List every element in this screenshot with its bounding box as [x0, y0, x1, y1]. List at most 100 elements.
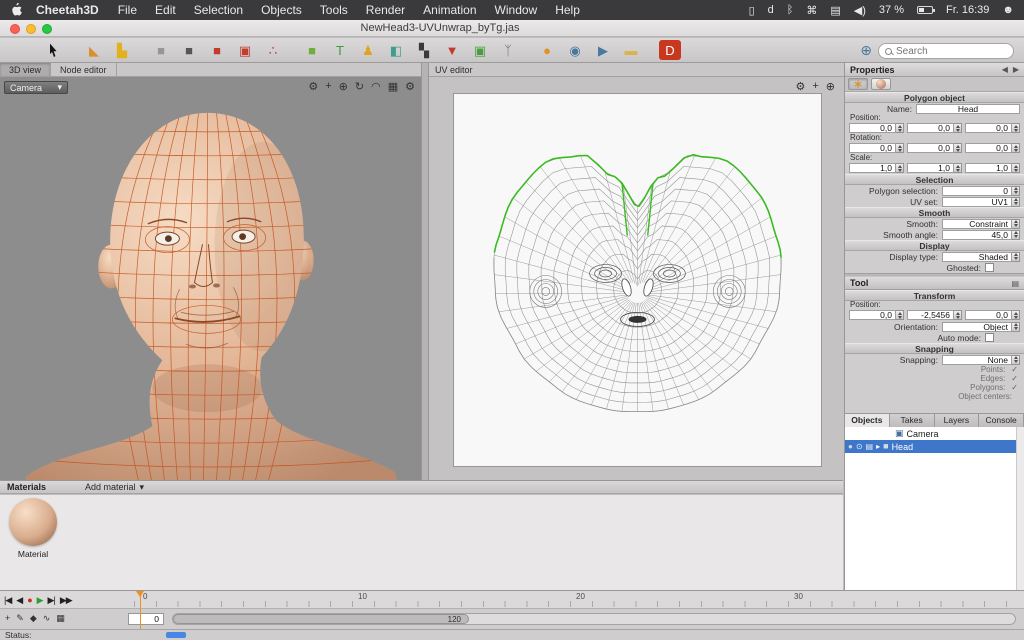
vertex-tool-icon[interactable]: ∴ — [262, 40, 284, 60]
zoom-button[interactable] — [42, 24, 52, 34]
step-back-button[interactable]: ◀ — [16, 596, 22, 605]
rotate-icon[interactable]: ↻ — [355, 80, 364, 93]
stepper[interactable] — [954, 123, 962, 133]
curve-icon[interactable]: ∿ — [43, 613, 51, 624]
app-menu[interactable]: Cheetah3D — [26, 3, 109, 17]
stepper[interactable] — [896, 310, 904, 320]
stepper[interactable] — [896, 163, 904, 173]
stepper[interactable] — [954, 163, 962, 173]
menubar-clock[interactable]: Fr. 16:39 — [946, 4, 989, 16]
figure-object-icon[interactable]: ᛉ — [497, 40, 519, 60]
apple-menu[interactable] — [10, 3, 22, 17]
gear-icon[interactable]: ⚙ — [795, 80, 805, 93]
view-tab[interactable]: 3D view — [0, 63, 51, 76]
ghosted-checkbox[interactable] — [985, 263, 994, 272]
cheetah-render-icon[interactable]: ● — [536, 40, 558, 60]
rotation-field[interactable]: 0,0 — [849, 143, 896, 153]
play-button[interactable]: ▶ — [37, 596, 43, 605]
move-icon[interactable]: + — [325, 80, 331, 93]
stepper[interactable] — [1012, 186, 1020, 196]
edges-checkbox[interactable]: ✓ — [1011, 374, 1018, 383]
ruler-tool-icon[interactable]: ◣ — [83, 40, 105, 60]
gray-cube-tool-icon[interactable]: ■ — [150, 40, 172, 60]
menu-item[interactable]: Window — [486, 3, 547, 17]
stepper[interactable] — [1012, 219, 1020, 229]
display-type-dropdown[interactable]: Shaded — [942, 252, 1012, 262]
scale-field[interactable]: 1,0 — [965, 163, 1012, 173]
menu-item[interactable]: Render — [357, 3, 414, 17]
bluetooth-icon[interactable]: ᛒ — [787, 4, 794, 16]
stepper[interactable] — [1012, 310, 1020, 320]
checker-cube-icon[interactable]: ▚ — [413, 40, 435, 60]
objects-tab[interactable]: Layers — [935, 414, 980, 427]
polygons-checkbox[interactable]: ✓ — [1011, 383, 1018, 392]
objects-tab[interactable]: Takes — [890, 414, 935, 427]
objects-tab[interactable]: Objects — [845, 414, 890, 427]
stepper[interactable] — [1012, 197, 1020, 207]
object-row-head[interactable]: ● ⊙ ▤ ▸ ■ Head — [845, 440, 1024, 453]
red-box-tool-icon[interactable]: ▣ — [234, 40, 256, 60]
material-item[interactable]: Material — [6, 498, 60, 559]
move-icon[interactable]: + — [812, 80, 818, 93]
material-sphere[interactable] — [9, 498, 57, 546]
text-object-icon[interactable]: T — [329, 40, 351, 60]
3d-viewport[interactable]: Camera ▾ ⚙+⊕↻◠▦⚙ — [0, 77, 421, 480]
dark-cube-tool-icon[interactable]: ■ — [178, 40, 200, 60]
range-track[interactable]: 120 — [172, 613, 1016, 625]
camera-dropdown[interactable]: Camera ▾ — [4, 81, 68, 94]
list-icon[interactable]: ▤ — [1011, 279, 1019, 288]
menu-item[interactable]: Help — [546, 3, 589, 17]
select-tool-icon[interactable] — [44, 40, 66, 60]
head-model[interactable] — [0, 77, 421, 480]
search-input[interactable] — [896, 46, 1024, 57]
red-cube-tool-icon[interactable]: ■ — [206, 40, 228, 60]
snapping-dropdown[interactable]: None — [942, 355, 1012, 365]
object-list-scrollbar[interactable] — [1016, 427, 1024, 590]
tool-position-field[interactable]: 0,0 — [849, 310, 896, 320]
stepper[interactable] — [1012, 322, 1020, 332]
camera-render-icon[interactable]: ◉ — [564, 40, 586, 60]
zoom-icon[interactable]: ⊕ — [826, 80, 835, 93]
position-field[interactable]: 0,0 — [907, 123, 954, 133]
scale-tool-icon[interactable]: ▙ — [111, 40, 133, 60]
jump-start-button[interactable]: |◀ — [4, 596, 11, 605]
file-icon[interactable]: ▬ — [620, 40, 642, 60]
timeline-ruler[interactable]: 0 10 20 30 |◀◀●▶▶|▶▶ — [0, 591, 1024, 609]
position-field[interactable]: 0,0 — [849, 123, 896, 133]
key-icon[interactable]: ◆ — [30, 613, 37, 624]
lathe-object-icon[interactable]: ♟ — [357, 40, 379, 60]
rotation-field[interactable]: 0,0 — [907, 143, 954, 153]
menu-item[interactable]: Animation — [414, 3, 485, 17]
add-key-icon[interactable]: + — [5, 613, 10, 624]
pages-icon[interactable]: ▯ — [749, 4, 755, 17]
smooth-dropdown[interactable]: Constraint — [942, 219, 1012, 229]
name-field[interactable]: Head — [916, 104, 1020, 114]
volume-icon[interactable]: ◀) — [854, 4, 866, 17]
history-back-icon[interactable]: ◀ — [1002, 65, 1008, 74]
dope-sheet-icon[interactable]: ▦ — [56, 613, 65, 624]
close-button[interactable] — [10, 24, 20, 34]
stepper[interactable] — [1012, 143, 1020, 153]
render-flag-icon[interactable]: ▤ — [866, 443, 874, 451]
zoom-icon[interactable]: ⊕ — [339, 80, 348, 93]
step-forward-button[interactable]: ▶| — [48, 596, 55, 605]
uv-set-dropdown[interactable]: UV1 — [942, 197, 1012, 207]
shield-icon[interactable]: ▼ — [441, 40, 463, 60]
pencil-icon[interactable]: ✎ — [16, 613, 24, 624]
display-icon[interactable]: ▤ — [830, 4, 840, 17]
auto-mode-checkbox[interactable] — [985, 333, 994, 342]
search-field[interactable] — [878, 43, 1014, 59]
menu-item[interactable]: Selection — [185, 3, 252, 17]
d-icon[interactable]: d — [768, 4, 774, 16]
movie-render-icon[interactable]: ▶ — [592, 40, 614, 60]
frame-field[interactable]: 0 — [128, 613, 164, 625]
object-row-camera[interactable]: ▣ Camera — [845, 427, 1024, 440]
eye-icon[interactable]: ⊙ — [856, 443, 863, 451]
uv-mesh[interactable] — [454, 94, 821, 466]
tab-material-properties[interactable] — [871, 78, 891, 90]
range-slider[interactable]: 120 — [173, 614, 469, 624]
tab-object-properties[interactable]: ∗ — [848, 78, 868, 90]
add-material-button[interactable]: Add material ▾ — [85, 482, 144, 493]
polygon-selection-field[interactable]: 0 — [942, 186, 1012, 196]
stepper[interactable] — [954, 143, 962, 153]
